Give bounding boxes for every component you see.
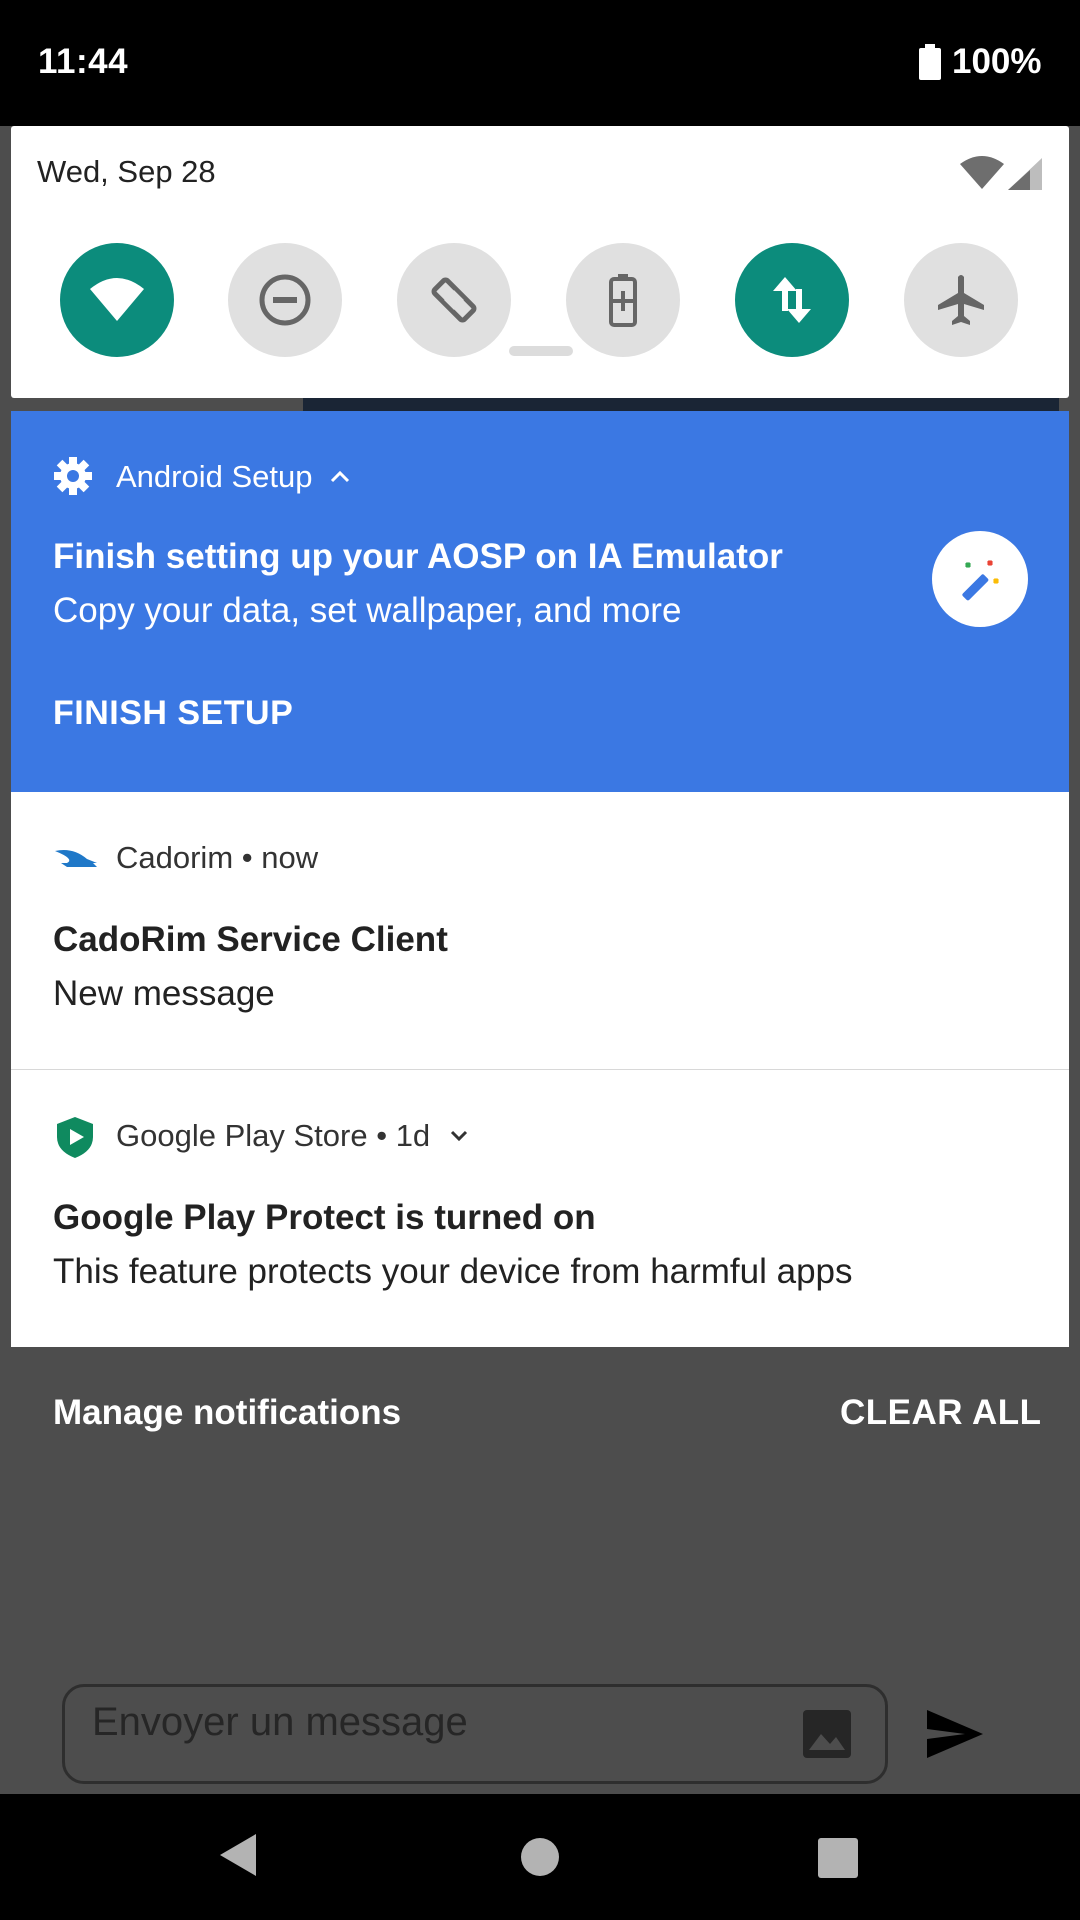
battery-percentage: 100% xyxy=(952,42,1042,81)
battery-icon xyxy=(919,44,941,80)
notification-title: Finish setting up your AOSP on IA Emulat… xyxy=(53,537,783,576)
rotate-icon xyxy=(431,277,477,323)
notification-header: Cadorim • now xyxy=(116,840,318,876)
tile-do-not-disturb[interactable] xyxy=(228,243,342,357)
chevron-down-icon[interactable] xyxy=(448,1128,470,1144)
notification-app-name: Google Play Store xyxy=(116,1118,368,1153)
header-separator: • xyxy=(241,840,262,875)
notification-header: Google Play Store • 1d xyxy=(116,1118,430,1154)
notification-text: New message xyxy=(53,974,275,1013)
qs-date: Wed, Sep 28 xyxy=(37,154,216,189)
magic-wand-icon xyxy=(932,531,1028,627)
play-protect-icon xyxy=(57,1117,93,1158)
send-icon[interactable] xyxy=(925,1708,985,1760)
wifi-icon xyxy=(90,278,144,321)
message-input-placeholder: Envoyer un message xyxy=(92,1700,468,1744)
tile-wifi[interactable] xyxy=(60,243,174,357)
wifi-status-icon xyxy=(960,156,1004,189)
notification-time: now xyxy=(261,840,319,875)
tile-airplane-mode[interactable] xyxy=(904,243,1018,357)
manage-notifications-button[interactable]: Manage notifications xyxy=(53,1393,401,1433)
notification-android-setup[interactable]: Android Setup Finish setting up your AOS… xyxy=(11,411,1069,792)
notification-play-store[interactable]: Google Play Store • 1d Google Play Prote… xyxy=(11,1070,1069,1347)
notification-app-name: Cadorim xyxy=(116,840,234,875)
header-separator: • xyxy=(376,1118,396,1153)
gear-icon xyxy=(54,457,92,495)
tile-battery-saver[interactable] xyxy=(566,243,680,357)
back-icon[interactable] xyxy=(218,1832,258,1878)
qs-expand-handle[interactable] xyxy=(509,346,573,356)
notification-app-name: Android Setup xyxy=(116,459,313,494)
battery-saver-icon xyxy=(609,274,637,327)
cell-signal-icon xyxy=(1008,158,1042,190)
notification-cadorim[interactable]: Cadorim • now CadoRim Service Client New… xyxy=(11,792,1069,1069)
clear-all-button[interactable]: CLEAR ALL xyxy=(840,1393,1042,1433)
image-attach-icon[interactable] xyxy=(803,1710,851,1758)
notification-title: CadoRim Service Client xyxy=(53,920,448,959)
home-icon[interactable] xyxy=(521,1838,559,1876)
status-bar xyxy=(0,0,1080,126)
airplane-icon xyxy=(938,275,984,325)
quick-settings-panel: Wed, Sep 28 xyxy=(11,126,1069,398)
status-time: 11:44 xyxy=(38,42,129,81)
data-arrows-icon xyxy=(773,277,811,323)
background-app-edge xyxy=(303,398,1059,412)
notification-title: Google Play Protect is turned on xyxy=(53,1198,596,1237)
notification-text: This feature protects your device from h… xyxy=(53,1252,853,1291)
notification-text: Copy your data, set wallpaper, and more xyxy=(53,591,682,630)
recents-icon[interactable] xyxy=(818,1838,858,1878)
tile-auto-rotate[interactable] xyxy=(397,243,511,357)
finish-setup-button[interactable]: FINISH SETUP xyxy=(53,694,293,733)
tile-mobile-data[interactable] xyxy=(735,243,849,357)
chevron-up-icon[interactable] xyxy=(329,467,351,485)
do-not-disturb-icon xyxy=(259,274,311,326)
cadorim-logo-icon xyxy=(55,850,97,867)
notification-time: 1d xyxy=(395,1118,431,1153)
